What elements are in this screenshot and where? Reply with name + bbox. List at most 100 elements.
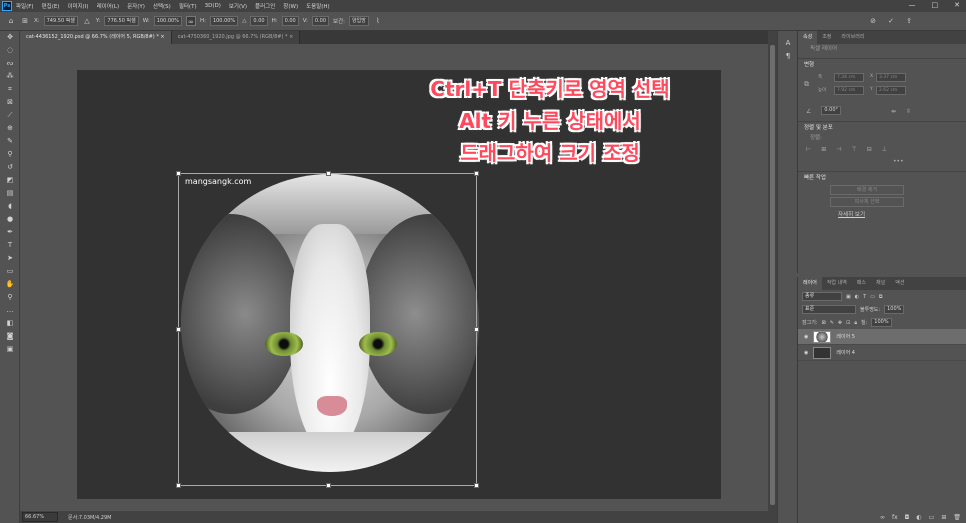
interpolation-select[interactable]: 양입방: [349, 16, 369, 26]
zoom-tool-icon[interactable]: ⚲: [0, 291, 20, 304]
move-tool-icon[interactable]: ✥: [0, 31, 20, 44]
menu-window[interactable]: 창(W): [283, 2, 298, 10]
transform-handle-bottom[interactable]: [326, 483, 331, 488]
delta-icon[interactable]: △: [82, 16, 92, 26]
transform-bounding-box[interactable]: [176, 171, 479, 488]
pen-tool-icon[interactable]: ✒: [0, 226, 20, 239]
lock-transparent-icon[interactable]: ⊠: [822, 320, 826, 326]
remove-background-button[interactable]: 배경 제거: [830, 185, 904, 195]
visibility-eye-icon[interactable]: ◉: [804, 334, 808, 340]
quick-actions-title[interactable]: 빠른 작업: [798, 171, 966, 183]
edit-toolbar-icon[interactable]: …: [0, 304, 20, 317]
transform-section-title[interactable]: 변형: [798, 58, 966, 70]
document-canvas[interactable]: mangsangk.com Ctrl+T 단축키로 영역 선택 Alt 키 누른…: [77, 70, 721, 499]
flip-vertical-icon[interactable]: ⇳: [906, 106, 911, 118]
filter-smart-icon[interactable]: ⧉: [879, 294, 883, 300]
marquee-tool-icon[interactable]: ◌: [0, 44, 20, 57]
y-field[interactable]: 2.62 cm: [876, 86, 906, 95]
transform-handle-top-left[interactable]: [176, 171, 181, 176]
align-hcenter-icon[interactable]: ⊞: [821, 144, 826, 156]
link-icon[interactable]: ∞: [185, 16, 196, 26]
layer-name[interactable]: 레이어 5: [836, 333, 855, 340]
scrollbar-thumb[interactable]: [770, 45, 775, 505]
x-field[interactable]: 3.37 cm: [876, 73, 906, 82]
dodge-tool-icon[interactable]: ●: [0, 213, 20, 226]
crop-tool-icon[interactable]: ⌗: [0, 83, 20, 96]
layer-kind-select[interactable]: 종류: [802, 292, 842, 301]
hskew-field[interactable]: 0.00: [281, 16, 299, 26]
lock-move-icon[interactable]: ✥: [838, 320, 842, 326]
lock-paint-icon[interactable]: ✎: [830, 320, 834, 326]
flip-horizontal-icon[interactable]: ⇹: [891, 106, 896, 118]
align-vcenter-icon[interactable]: ⊟: [867, 144, 872, 156]
transform-handle-left[interactable]: [176, 327, 181, 332]
healing-brush-tool-icon[interactable]: ⊕: [0, 122, 20, 135]
x-field[interactable]: 749.50 픽셀: [43, 16, 78, 26]
document-size[interactable]: 문서:7.03M/4.29M: [68, 514, 111, 521]
menu-layer[interactable]: 레이어(L): [97, 2, 120, 10]
eraser-tool-icon[interactable]: ◩: [0, 174, 20, 187]
new-layer-icon[interactable]: ⊞: [941, 514, 946, 521]
character-panel-icon[interactable]: A: [778, 37, 798, 50]
tab-adjustments[interactable]: 조정: [817, 31, 836, 44]
quick-mask-icon[interactable]: ◙: [0, 330, 20, 343]
tab-cat-jpg[interactable]: cat-4750360_1920.jpg @ 66.7% (RGB/8#) * …: [171, 31, 301, 44]
tab-actions[interactable]: 액션: [890, 277, 909, 290]
angle-field[interactable]: 0.00°: [821, 106, 842, 115]
lock-artboard-icon[interactable]: ⊡: [846, 320, 850, 326]
layer-row[interactable]: ◉ 레이어 5: [798, 329, 966, 345]
align-top-icon[interactable]: ⊤: [852, 144, 857, 156]
menu-filter[interactable]: 필터(T): [179, 2, 197, 10]
more-options-icon[interactable]: •••: [893, 156, 904, 168]
new-group-icon[interactable]: ▭: [929, 514, 935, 521]
cancel-transform-icon[interactable]: ⊘: [868, 16, 878, 26]
menu-select[interactable]: 선택(S): [153, 2, 171, 10]
rectangle-tool-icon[interactable]: ▭: [0, 265, 20, 278]
frame-tool-icon[interactable]: ⊠: [0, 96, 20, 109]
screen-mode-icon[interactable]: ▣: [0, 343, 20, 356]
canvas-workarea[interactable]: mangsangk.com Ctrl+T 단축키로 영역 선택 Alt 키 누른…: [20, 44, 768, 511]
commit-transform-icon[interactable]: ✓: [886, 16, 896, 26]
layer-name[interactable]: 레이어 4: [836, 349, 855, 356]
path-selection-tool-icon[interactable]: ➤: [0, 252, 20, 265]
menu-file[interactable]: 파일(F): [16, 2, 34, 10]
blend-mode-select[interactable]: 표준: [802, 305, 856, 314]
visibility-eye-icon[interactable]: ◉: [804, 350, 808, 356]
menu-help[interactable]: 도움말(H): [306, 2, 330, 10]
color-swatches-icon[interactable]: ◧: [0, 317, 20, 330]
zoom-level-field[interactable]: 66.67%: [22, 512, 58, 522]
menu-image[interactable]: 이미지(I): [67, 2, 88, 10]
width-field[interactable]: 7.34 cm: [834, 73, 864, 82]
maximize-button[interactable]: □: [932, 1, 939, 9]
gradient-tool-icon[interactable]: ▤: [0, 187, 20, 200]
add-mask-icon[interactable]: ◘: [905, 514, 910, 521]
menu-view[interactable]: 보기(V): [229, 2, 247, 10]
select-subject-button[interactable]: 피사체 선택: [830, 197, 904, 207]
delete-layer-icon[interactable]: 🗑︎: [953, 514, 961, 521]
align-left-icon[interactable]: ⊢: [806, 144, 811, 156]
transform-handle-top[interactable]: [326, 171, 331, 176]
menu-type[interactable]: 문자(Y): [127, 2, 145, 10]
tab-layers[interactable]: 레이어: [798, 277, 822, 290]
transform-handle-bottom-right[interactable]: [474, 483, 479, 488]
paragraph-panel-icon[interactable]: ¶: [778, 50, 798, 63]
menu-3d[interactable]: 3D(D): [205, 3, 221, 9]
lasso-tool-icon[interactable]: ᔓ: [0, 57, 20, 70]
clone-stamp-tool-icon[interactable]: ⚲: [0, 148, 20, 161]
tab-history[interactable]: 작업 내역: [822, 277, 852, 290]
minimize-button[interactable]: —: [909, 1, 916, 9]
fx-icon[interactable]: fx: [892, 514, 898, 521]
align-right-icon[interactable]: ⊣: [836, 144, 841, 156]
menu-edit[interactable]: 편집(E): [42, 2, 60, 10]
tab-libraries[interactable]: 라이브러리: [836, 31, 869, 44]
vskew-field[interactable]: 0.00: [311, 16, 330, 26]
share-icon[interactable]: ⇪: [904, 16, 914, 26]
eyedropper-tool-icon[interactable]: ⟋: [0, 109, 20, 122]
blur-tool-icon[interactable]: ◖: [0, 200, 20, 213]
layer-row[interactable]: ◉ 레이어 4: [798, 345, 966, 361]
quick-select-tool-icon[interactable]: ⁂: [0, 70, 20, 83]
width-field[interactable]: 100.00%: [153, 16, 182, 26]
tab-properties[interactable]: 속성: [798, 31, 818, 44]
type-tool-icon[interactable]: T: [0, 239, 20, 252]
adjustment-layer-icon[interactable]: ◐: [916, 514, 921, 521]
